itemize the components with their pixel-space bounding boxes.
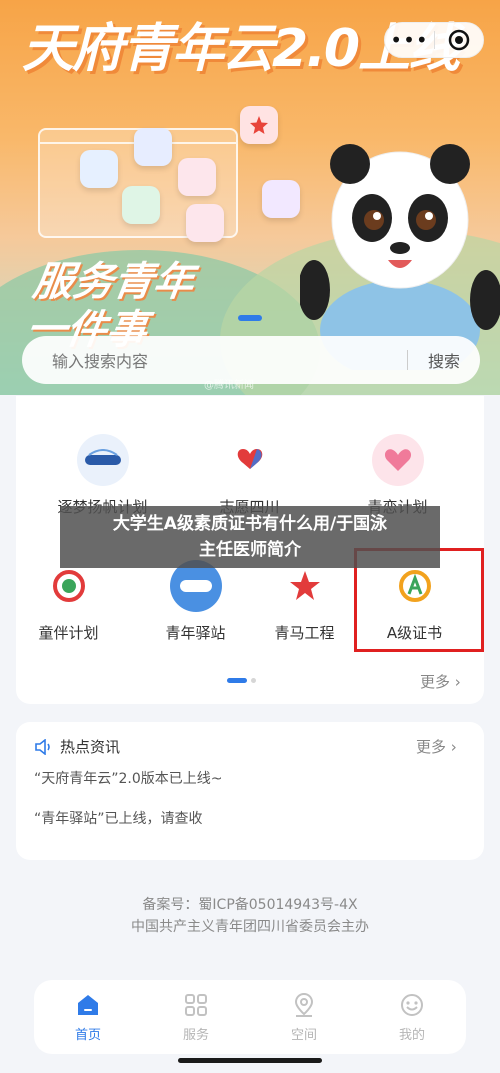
service-qingma[interactable]: 青马工程 (246, 560, 363, 643)
miniprogram-capsule: ••• (384, 22, 484, 58)
app-tile-icon (122, 186, 160, 224)
bottom-tab-bar: 首页 服务 空间 我的 (34, 980, 466, 1054)
app-tile-icon (80, 150, 118, 188)
service-qinglian[interactable]: 青恋计划 (339, 434, 456, 517)
sail-emblem-icon (76, 434, 129, 486)
search-input[interactable]: 输入搜索内容 (22, 348, 407, 372)
location-icon (294, 992, 314, 1017)
services-more-link[interactable]: 更多 › (420, 671, 461, 692)
service-youth-station[interactable]: 青年驿站 (137, 560, 254, 643)
host-organization: 中国共产主义青年团四川省委员会主办 (131, 919, 369, 935)
grid-icon (185, 994, 207, 1016)
search-bar: 输入搜索内容 搜索 (22, 336, 480, 384)
home-icon (78, 995, 98, 1015)
more-dots-icon[interactable]: ••• (385, 22, 434, 58)
carousel-indicator (238, 315, 262, 321)
services-pager (227, 678, 256, 683)
news-item[interactable]: “青年驿站”已上线，请查收 (34, 808, 203, 828)
tab-home[interactable]: 首页 (34, 980, 142, 1054)
home-indicator (178, 1058, 322, 1063)
news-item[interactable]: “天府青年云”2.0版本已上线~ (34, 768, 223, 788)
love-heart-icon (371, 434, 424, 486)
app-tile-icon (186, 204, 224, 242)
search-button[interactable]: 搜索 (408, 348, 480, 372)
tab-space[interactable]: 空间 (250, 980, 358, 1054)
volunteer-heart-icon (223, 434, 276, 486)
news-card: 热点资讯 更多 › “天府青年云”2.0版本已上线~ “青年驿站”已上线，请查收 (16, 722, 484, 860)
app-tile-icon (240, 106, 278, 144)
service-tongban[interactable]: 童伴计划 (10, 560, 127, 643)
speaker-icon (35, 738, 50, 755)
news-more-link[interactable]: 更多 › (416, 736, 457, 757)
news-header: 热点资讯 (34, 736, 120, 757)
service-zhumeng[interactable]: 逐梦扬帆计划 (44, 434, 161, 517)
app-tile-icon (134, 128, 172, 166)
tab-mine[interactable]: 我的 (358, 980, 466, 1054)
smile-icon (401, 994, 423, 1016)
service-volunteer[interactable]: 志愿四川 (191, 434, 308, 517)
app-tile-icon (178, 158, 216, 196)
tab-services[interactable]: 服务 (142, 980, 250, 1054)
icp-record: 备案号：蜀ICP备05014943号-4X (142, 897, 358, 913)
target-icon[interactable] (435, 29, 483, 51)
app-tile-icon (262, 180, 300, 218)
news-title: 热点资讯 (60, 738, 121, 756)
article-caption: 大学生A级素质证书有什么用/于国泳 主任医师简介 (60, 506, 440, 568)
